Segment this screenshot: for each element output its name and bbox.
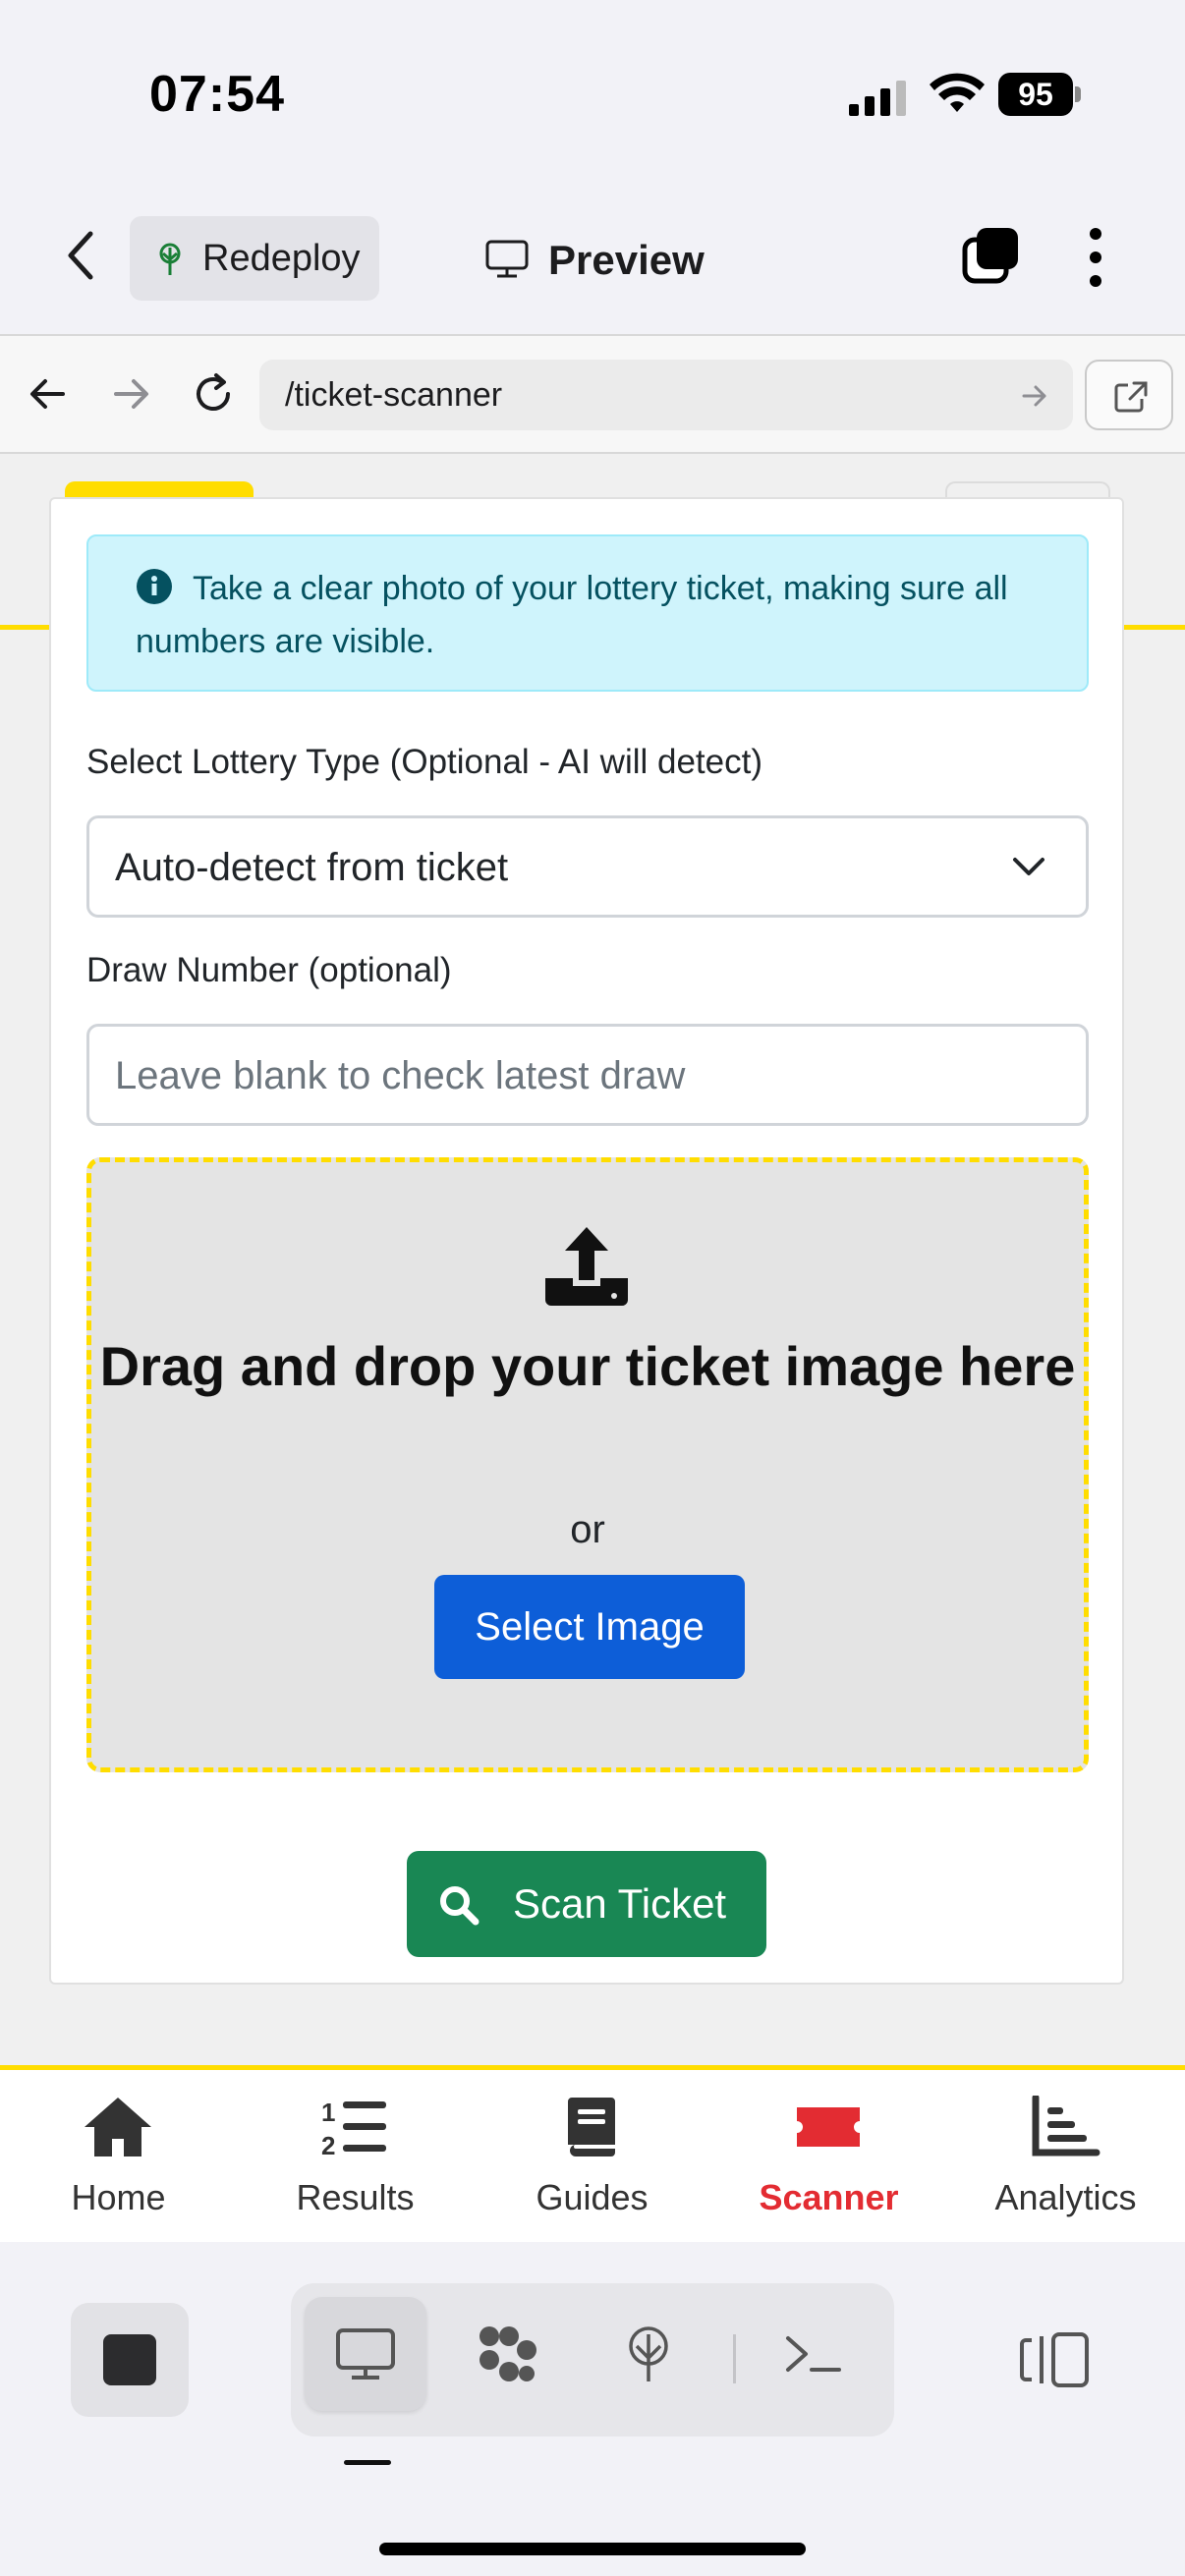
deploy-tree-icon <box>629 2326 668 2381</box>
scanner-card: Take a clear photo of your lottery ticke… <box>49 497 1124 1985</box>
nav-label-analytics: Analytics <box>994 2177 1137 2217</box>
stop-button[interactable] <box>71 2303 189 2417</box>
redeploy-button[interactable]: Redeploy <box>130 216 379 301</box>
terminal-view-tab[interactable] <box>753 2297 875 2411</box>
nav-label-home: Home <box>71 2177 166 2217</box>
list-ol-icon: 1 2 <box>321 2098 386 2158</box>
lottery-type-label: Select Lottery Type (Optional - AI will … <box>86 743 763 781</box>
open-external-button[interactable] <box>1085 360 1173 430</box>
nav-item-home[interactable]: Home <box>0 2070 237 2242</box>
draw-number-input[interactable]: Leave blank to check latest draw <box>86 1024 1089 1126</box>
url-field[interactable]: /ticket-scanner <box>259 360 1073 430</box>
side-panel-icon[interactable] <box>1018 2330 1091 2389</box>
browser-back-icon[interactable] <box>28 373 69 415</box>
go-arrow-icon[interactable] <box>1022 383 1047 409</box>
monitor-icon <box>336 2328 395 2380</box>
active-tab-indicator <box>344 2460 391 2465</box>
home-icon <box>85 2098 151 2156</box>
nav-label-scanner: Scanner <box>759 2177 899 2217</box>
terminal-icon <box>786 2336 841 2372</box>
bar-chart-icon <box>1032 2096 1100 2156</box>
lottery-type-value: Auto-detect from ticket <box>115 846 509 889</box>
search-icon <box>440 1886 480 1926</box>
more-vertical-icon[interactable] <box>1081 226 1110 289</box>
app-header: Redeploy Preview <box>0 187 1185 334</box>
dropzone-heading: Drag and drop your ticket image here <box>99 1335 1076 1397</box>
svg-text:2: 2 <box>321 2131 335 2158</box>
ide-toolbar <box>0 2242 1185 2576</box>
draw-number-label: Draw Number (optional) <box>86 951 452 989</box>
deploy-view-tab[interactable] <box>588 2297 709 2411</box>
deploy-tree-icon <box>159 243 181 275</box>
browser-forward-icon[interactable] <box>110 373 151 415</box>
web-content: Take a clear photo of your lottery ticke… <box>0 454 1185 2242</box>
molecule-icon <box>480 2326 536 2381</box>
image-dropzone[interactable]: Drag and drop your ticket image here or … <box>86 1157 1089 1772</box>
home-indicator <box>379 2543 806 2555</box>
ticket-icon <box>797 2107 860 2147</box>
tabs-icon[interactable] <box>961 226 1022 285</box>
battery-icon: 95 <box>998 73 1081 116</box>
svg-text:1: 1 <box>321 2098 335 2127</box>
nav-item-results[interactable]: 1 2 Results <box>237 2070 474 2242</box>
nav-item-analytics[interactable]: Analytics <box>947 2070 1184 2242</box>
alert-text: Take a clear photo of your lottery ticke… <box>136 570 1008 660</box>
monitor-icon <box>485 240 529 278</box>
external-link-icon <box>1114 381 1148 413</box>
redeploy-label: Redeploy <box>202 238 361 279</box>
cellular-signal-icon <box>849 81 906 116</box>
nav-item-guides[interactable]: Guides <box>474 2070 710 2242</box>
wifi-icon <box>930 73 985 112</box>
reload-icon[interactable] <box>191 371 236 417</box>
nav-label-guides: Guides <box>536 2177 649 2217</box>
scan-ticket-button[interactable]: Scan Ticket <box>407 1851 766 1957</box>
chevron-down-icon <box>1013 858 1044 875</box>
upload-icon <box>545 1227 628 1306</box>
nav-label-results: Results <box>296 2177 415 2217</box>
status-bar: 07:54 95 <box>0 0 1185 187</box>
dropzone-or: or <box>570 1508 605 1551</box>
preview-label: Preview <box>548 237 705 283</box>
back-chevron-icon[interactable] <box>61 226 100 285</box>
status-time: 07:54 <box>149 66 285 123</box>
segment-divider <box>733 2334 736 2383</box>
bottom-nav: Home 1 2 Results Guides Scanner Analytic… <box>0 2070 1185 2242</box>
network-view-tab[interactable] <box>446 2297 568 2411</box>
stop-icon <box>103 2334 156 2385</box>
select-image-button[interactable]: Select Image <box>434 1575 745 1679</box>
book-icon <box>568 2098 615 2156</box>
draw-number-placeholder: Leave blank to check latest draw <box>115 1054 686 1097</box>
browser-url-bar: /ticket-scanner <box>0 334 1185 454</box>
view-switcher <box>291 2283 894 2436</box>
preview-view-tab[interactable] <box>305 2297 426 2411</box>
info-alert: Take a clear photo of your lottery ticke… <box>86 534 1089 692</box>
lottery-type-select[interactable]: Auto-detect from ticket <box>86 815 1089 918</box>
url-text: /ticket-scanner <box>285 376 503 414</box>
nav-item-scanner[interactable]: Scanner <box>710 2070 947 2242</box>
battery-level: 95 <box>998 73 1073 116</box>
scan-ticket-label: Scan Ticket <box>513 1880 727 1927</box>
